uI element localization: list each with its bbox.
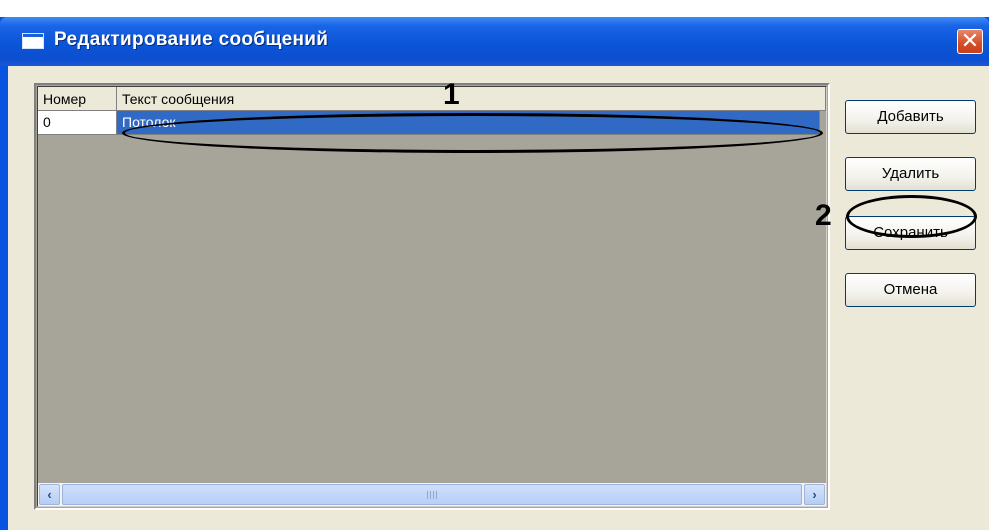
annotation-ellipse-save [846, 195, 977, 238]
scroll-left-button[interactable]: ‹ [39, 484, 60, 505]
cancel-button[interactable]: Отмена [845, 273, 976, 307]
close-button[interactable]: ✕ [957, 29, 983, 54]
close-icon: ✕ [960, 28, 980, 53]
column-header-message-text[interactable]: Текст сообщения [117, 87, 826, 111]
window-icon [22, 33, 44, 49]
chevron-left-icon: ‹ [47, 487, 52, 502]
add-button[interactable]: Добавить [845, 100, 976, 134]
dialog-window: Редактирование сообщений ✕ Номер Текст с… [0, 17, 989, 530]
chevron-right-icon: › [812, 487, 817, 502]
annotation-marker-2: 2 [815, 199, 832, 232]
delete-button[interactable]: Удалить [845, 157, 976, 191]
horizontal-scrollbar[interactable]: ‹ › [38, 483, 826, 506]
scrollbar-grip-icon [427, 491, 437, 499]
annotation-ellipse-row [122, 113, 823, 153]
title-bar[interactable]: Редактирование сообщений ✕ [0, 17, 989, 66]
scroll-right-button[interactable]: › [804, 484, 825, 505]
annotation-marker-1: 1 [443, 78, 460, 111]
column-header-number[interactable]: Номер [38, 87, 117, 111]
scrollbar-thumb[interactable] [62, 484, 802, 505]
table-row-0-number[interactable]: 0 [38, 111, 117, 135]
window-title: Редактирование сообщений [54, 29, 329, 50]
